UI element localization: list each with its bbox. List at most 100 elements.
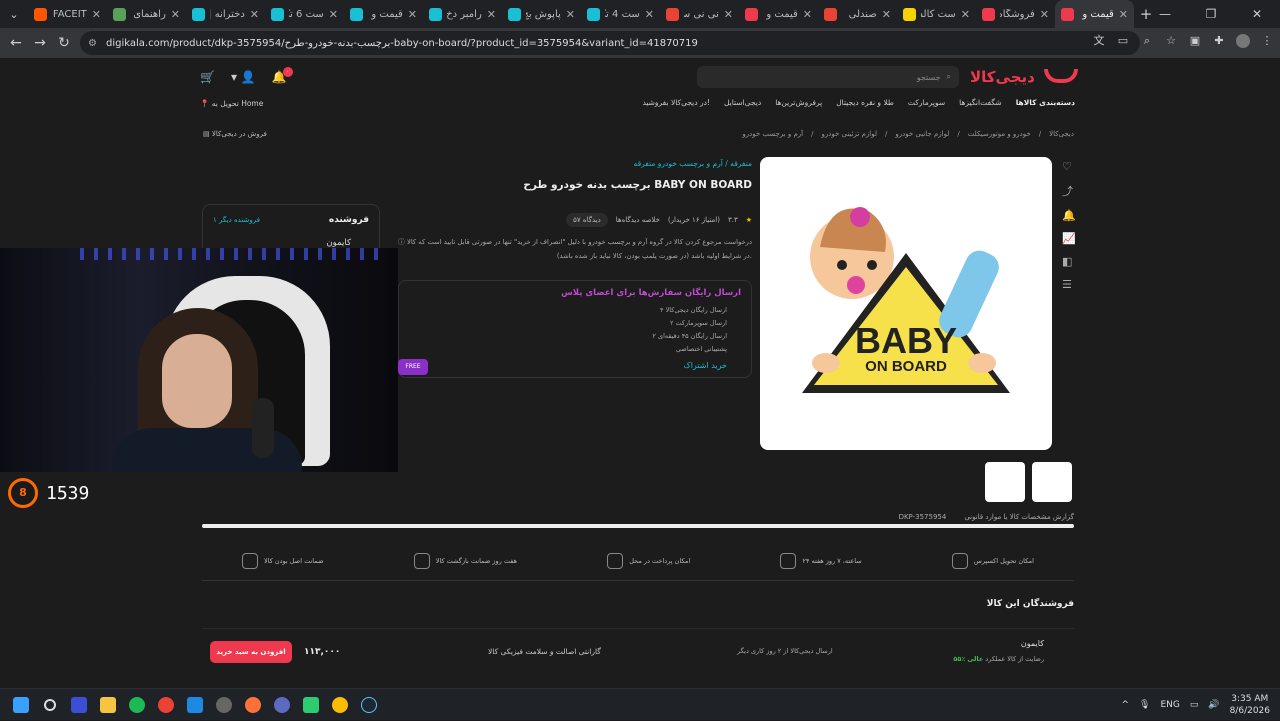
mic-icon[interactable]: 🎙 — [1139, 700, 1150, 710]
search-taskbar-icon[interactable] — [35, 689, 64, 721]
file-explorer-icon[interactable] — [93, 689, 122, 721]
forward-icon[interactable]: → — [28, 35, 52, 51]
add-to-cart-button[interactable]: افزودن به سبد خرید — [210, 641, 292, 663]
spec-report-link[interactable]: گزارش مشخصات کالا یا موارد قانونی — [964, 513, 1074, 521]
chrome-icon[interactable] — [151, 689, 180, 721]
puzzle-icon[interactable]: ✚ — [1212, 34, 1226, 48]
tab-close-icon[interactable]: ✕ — [882, 8, 891, 21]
breadcrumb-item[interactable]: لوازم جانبی خودرو — [895, 130, 949, 138]
compare-icon[interactable]: ◧ — [1062, 255, 1076, 268]
browser-tab[interactable]: قیمت و ✕ — [739, 0, 818, 28]
tab-close-icon[interactable]: ✕ — [92, 8, 101, 21]
start-icon[interactable] — [6, 689, 35, 721]
tab-close-icon[interactable]: ✕ — [1119, 8, 1128, 21]
steam-icon[interactable] — [354, 689, 383, 721]
subscribe-link[interactable]: خرید اشتراک — [684, 361, 727, 370]
bookmark-star-icon[interactable]: ☆ — [1164, 34, 1178, 48]
seller-row-name[interactable]: کایمون — [1021, 639, 1044, 648]
app4-icon[interactable] — [267, 689, 296, 721]
cart-icon[interactable]: 🛒 — [200, 70, 215, 84]
sell-link[interactable]: ▤ فروش در دیجی‌کالا — [203, 130, 267, 138]
tab-close-icon[interactable]: ✕ — [724, 8, 733, 21]
zoom-icon[interactable]: ⌕ — [1140, 34, 1154, 48]
price-chart-icon[interactable]: 📈 — [1062, 232, 1076, 245]
category-nav-item[interactable]: سوپرمارکت — [908, 98, 945, 107]
browser-tab[interactable]: دخترانه | ✕ — [186, 0, 265, 28]
menu-icon[interactable]: ⋮ — [1260, 34, 1274, 48]
site-info-icon[interactable]: ⚙ — [88, 38, 97, 49]
browser-tab[interactable]: ست 6 تک ✕ — [265, 0, 344, 28]
tab-close-icon[interactable]: ✕ — [408, 8, 417, 21]
browser-tab[interactable]: قیمت و ✕ — [1055, 0, 1134, 28]
profile-avatar[interactable] — [1236, 34, 1250, 48]
extension-icon[interactable]: ▣ — [1188, 34, 1202, 48]
breadcrumb-item[interactable]: خودرو و موتورسیکلت — [968, 130, 1031, 138]
category-nav-item[interactable]: طلا و نقره دیجیتال — [836, 98, 894, 107]
volume-icon[interactable]: 🔊 — [1208, 700, 1219, 710]
category-nav-item[interactable]: پرفروش‌ترین‌ها — [775, 98, 822, 107]
browser-tab[interactable]: ست 4 تک ✕ — [581, 0, 660, 28]
reload-icon[interactable]: ↻ — [52, 35, 76, 51]
translate-icon[interactable]: 文 — [1092, 34, 1106, 48]
tab-close-icon[interactable]: ✕ — [803, 8, 812, 21]
close-icon[interactable]: ✕ — [1234, 0, 1280, 28]
tab-close-icon[interactable]: ✕ — [487, 8, 496, 21]
tab-close-icon[interactable]: ✕ — [961, 8, 970, 21]
alert-icon[interactable]: 🔔 — [1062, 209, 1076, 222]
app3-icon[interactable] — [209, 689, 238, 721]
seller-name[interactable]: کایمون — [326, 238, 351, 248]
tab-close-icon[interactable]: ✕ — [329, 8, 338, 21]
digikala-logo[interactable]: دیجی‌کالا — [970, 68, 1078, 86]
category-nav-item[interactable]: دسته‌بندی کالاها — [1016, 98, 1075, 107]
browser-tab[interactable]: FACEIT ✕ — [28, 0, 107, 28]
language-indicator[interactable]: ENG — [1160, 700, 1179, 710]
tab-close-icon[interactable]: ✕ — [250, 8, 259, 21]
user-icon[interactable]: ▾ 👤 — [231, 70, 256, 84]
category-nav-item[interactable]: شگفت‌انگیزها — [959, 98, 1002, 107]
breadcrumb-item[interactable]: لوازم تزئینی خودرو — [821, 130, 877, 138]
spotify-icon[interactable] — [122, 689, 151, 721]
url-field[interactable]: ⚙ digikala.com/product/dkp-3575954/برچسب… — [80, 31, 1140, 55]
notification-icon[interactable]: 🔔 ۰ — [272, 67, 293, 84]
tab-search-icon[interactable]: ⌄ — [0, 0, 28, 28]
app5-icon[interactable] — [296, 689, 325, 721]
back-icon[interactable]: ← — [4, 35, 28, 51]
tray-chevron-icon[interactable]: ^ — [1121, 700, 1129, 710]
cast-icon[interactable]: ▭ — [1116, 34, 1130, 48]
app-icon[interactable] — [64, 689, 93, 721]
clock[interactable]: 3:35 AM 8/6/2026 — [1230, 693, 1270, 717]
tab-close-icon[interactable]: ✕ — [1040, 8, 1049, 21]
thumbnail-1[interactable] — [985, 462, 1025, 502]
breadcrumb-item[interactable]: آرم و برچسب خودرو — [742, 130, 803, 138]
category-nav-item[interactable]: در دیجی‌کالا بفروشید! — [642, 98, 710, 107]
list-icon[interactable]: ☰ — [1062, 278, 1076, 291]
breadcrumb-item[interactable]: دیجی‌کالا — [1049, 130, 1074, 138]
firefox-icon[interactable] — [238, 689, 267, 721]
app2-icon[interactable] — [180, 689, 209, 721]
tab-close-icon[interactable]: ✕ — [645, 8, 654, 21]
chrome2-icon[interactable] — [325, 689, 354, 721]
browser-tab[interactable]: رامبر دخ ✕ — [423, 0, 502, 28]
browser-tab[interactable]: صندلی ✕ — [818, 0, 897, 28]
tab-close-icon[interactable]: ✕ — [566, 8, 575, 21]
search-input[interactable]: جستجو ⌕ — [697, 66, 959, 88]
browser-tab[interactable]: نی نی س ✕ — [660, 0, 739, 28]
browser-tab[interactable]: ست کالس ✕ — [897, 0, 976, 28]
deliver-to[interactable]: 📍 تحویل به Home — [200, 99, 263, 108]
browser-tab[interactable]: راهنمای ✕ — [107, 0, 186, 28]
browser-tab[interactable]: پاپوش بچ ✕ — [502, 0, 581, 28]
tab-close-icon[interactable]: ✕ — [171, 8, 180, 21]
browser-tab[interactable]: قیمت و ✕ — [344, 0, 423, 28]
share-icon[interactable]: ⤴ — [1062, 183, 1076, 199]
network-icon[interactable]: ▭ — [1190, 700, 1199, 710]
restore-icon[interactable]: ❐ — [1188, 0, 1234, 28]
favorite-icon[interactable]: ♡ — [1062, 160, 1076, 173]
thumbnail-2[interactable] — [1032, 462, 1072, 502]
product-image[interactable]: BABY ON BOARD — [760, 157, 1052, 450]
category-nav-item[interactable]: دیجی‌استایل — [724, 98, 761, 107]
minimize-icon[interactable]: — — [1142, 0, 1188, 28]
product-category-link[interactable]: متفرقه / آرم و برچسب خودرو متفرقه — [634, 159, 752, 168]
reviews-pill[interactable]: ۵۷ دیدگاه — [566, 213, 608, 227]
browser-tab[interactable]: فروشگاه ✕ — [976, 0, 1055, 28]
other-sellers-link[interactable]: ۱ فروشنده دیگر — [213, 216, 260, 224]
